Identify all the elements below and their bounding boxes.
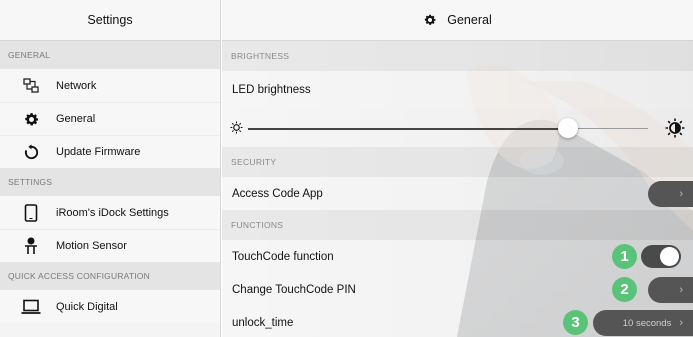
- sidebar-title-text: Settings: [87, 13, 133, 27]
- touchcode-function-label: TouchCode function: [232, 250, 334, 263]
- laptop-icon: [14, 297, 48, 317]
- motion-sensor-icon: [14, 236, 48, 256]
- sidebar-item-label: iRoom's iDock Settings: [56, 206, 169, 219]
- step-badge-1: 1: [612, 244, 637, 269]
- sidebar-title: Settings: [0, 0, 220, 41]
- sun-small-icon: [230, 121, 243, 137]
- step-badge-2: 2: [612, 277, 637, 302]
- change-touchcode-pin-label: Change TouchCode PIN: [232, 283, 356, 296]
- touchcode-function-row: TouchCode function 1: [222, 240, 693, 273]
- access-code-app-row[interactable]: Access Code App ›: [222, 177, 693, 210]
- chevron-right-icon: ›: [679, 317, 683, 329]
- main-title-bar: General: [222, 0, 693, 41]
- led-brightness-row: LED brightness: [222, 71, 693, 109]
- unlock-time-row[interactable]: unlock_time 3 10 seconds ›: [222, 306, 693, 337]
- led-brightness-label: LED brightness: [232, 84, 311, 96]
- chevron-right-icon: ›: [679, 284, 683, 296]
- unlock-time-value: 10 seconds: [622, 317, 672, 329]
- refresh-icon: [14, 142, 48, 162]
- sidebar-item-label: Quick Digital: [56, 300, 118, 313]
- brightness-slider[interactable]: [222, 109, 693, 147]
- access-code-app-button[interactable]: ›: [648, 181, 693, 207]
- sidebar-item-update-firmware[interactable]: Update Firmware: [0, 135, 220, 168]
- brightness-contrast-icon: [665, 118, 685, 141]
- sidebar-item-label: Motion Sensor: [56, 240, 127, 252]
- sidebar-item-label: Update Firmware: [56, 146, 141, 158]
- general-settings-panel: General BRIGHTNESS LED brightness SECURI…: [222, 0, 693, 337]
- step-badge-3: 3: [563, 310, 588, 335]
- slider-thumb[interactable]: [558, 118, 578, 138]
- slider-fill: [248, 127, 568, 130]
- section-brightness: BRIGHTNESS: [222, 41, 693, 71]
- change-touchcode-pin-row[interactable]: Change TouchCode PIN 2 ›: [222, 273, 693, 306]
- sidebar-section-quick-access: QUICK ACCESS CONFIGURATION: [0, 262, 220, 290]
- sidebar-item-network[interactable]: Network: [0, 69, 220, 102]
- sidebar-item-quick-digital[interactable]: Quick Digital: [0, 290, 220, 323]
- access-code-app-label: Access Code App: [232, 187, 323, 200]
- sidebar-item-motion-sensor[interactable]: Motion Sensor: [0, 229, 220, 262]
- toggle-knob: [660, 247, 679, 266]
- settings-sidebar: Settings GENERAL Network General Update …: [0, 0, 221, 337]
- sidebar-item-label: Network: [56, 79, 97, 92]
- change-touchcode-pin-button[interactable]: ›: [648, 277, 693, 303]
- chevron-right-icon: ›: [679, 188, 683, 200]
- tablet-icon: [14, 203, 48, 223]
- unlock-time-button[interactable]: 10 seconds ›: [593, 310, 693, 336]
- sidebar-item-general[interactable]: General: [0, 102, 220, 135]
- sidebar-item-idock-settings[interactable]: iRoom's iDock Settings: [0, 196, 220, 229]
- sidebar-item-label: General: [56, 113, 96, 125]
- gear-icon: [14, 109, 48, 129]
- unlock-time-label: unlock_time: [232, 316, 294, 329]
- touchcode-toggle[interactable]: [641, 245, 681, 268]
- gear-icon: [423, 13, 437, 27]
- section-functions: FUNCTIONS: [222, 210, 693, 240]
- page-title: General: [447, 13, 492, 27]
- sidebar-section-settings: SETTINGS: [0, 168, 220, 196]
- network-icon: [14, 76, 48, 96]
- sidebar-section-general: GENERAL: [0, 41, 220, 69]
- section-security: SECURITY: [222, 147, 693, 177]
